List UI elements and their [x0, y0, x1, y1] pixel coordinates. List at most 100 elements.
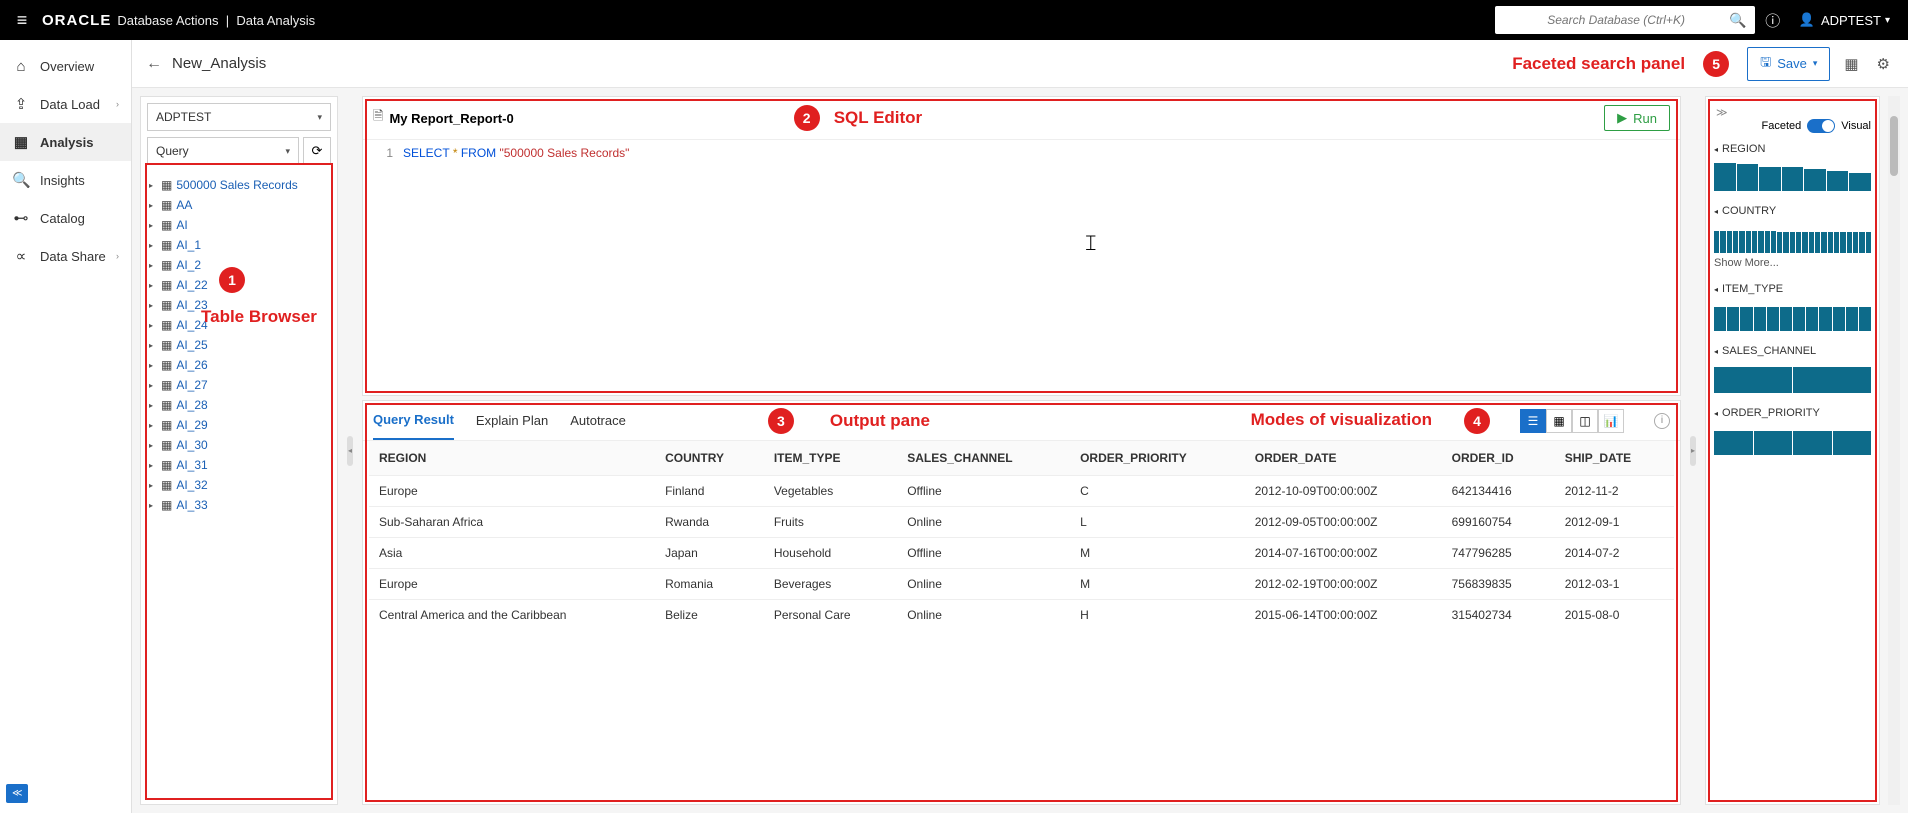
- expand-icon[interactable]: ▸: [149, 481, 157, 490]
- table-link[interactable]: AI_27: [176, 378, 207, 392]
- facet-bar[interactable]: [1819, 307, 1831, 331]
- collapse-nav-button[interactable]: ≪: [6, 784, 28, 803]
- table-link[interactable]: AI: [176, 218, 187, 232]
- facet-bar[interactable]: [1793, 307, 1805, 331]
- column-header[interactable]: ORDER_ID: [1442, 441, 1555, 476]
- expand-icon[interactable]: ▸: [149, 321, 157, 330]
- expand-icon[interactable]: ▸: [149, 181, 157, 190]
- facet-header[interactable]: ◂REGION: [1714, 143, 1871, 155]
- settings-button[interactable]: ⚙: [1873, 51, 1894, 77]
- search-input[interactable]: [1503, 13, 1730, 27]
- facet-bar[interactable]: [1739, 231, 1744, 253]
- code-editor[interactable]: 1 SELECT * FROM "500000 Sales Records" 𝙸: [363, 140, 1680, 395]
- splitter-left[interactable]: ◂: [346, 96, 354, 805]
- facet-bar[interactable]: [1780, 307, 1792, 331]
- facet-bar[interactable]: [1752, 231, 1757, 253]
- expand-icon[interactable]: ▸: [149, 361, 157, 370]
- facet-bar[interactable]: [1790, 232, 1795, 253]
- table-link[interactable]: AI_25: [176, 338, 207, 352]
- facet-bar[interactable]: [1767, 307, 1779, 331]
- facet-bar[interactable]: [1853, 232, 1858, 253]
- table-link[interactable]: AI_26: [176, 358, 207, 372]
- tab-autotrace[interactable]: Autotrace: [570, 401, 626, 440]
- facet-bar[interactable]: [1727, 307, 1739, 331]
- table-node[interactable]: ▸▦AI_31: [147, 455, 335, 475]
- splitter-right[interactable]: ▸: [1689, 96, 1697, 805]
- viz-chart-button[interactable]: 📊: [1598, 409, 1624, 433]
- column-header[interactable]: SHIP_DATE: [1555, 441, 1674, 476]
- user-menu[interactable]: 👤 ADPTEST ▾: [1791, 12, 1898, 28]
- facet-bar[interactable]: [1714, 307, 1726, 331]
- facet-bar[interactable]: [1796, 232, 1801, 253]
- table-node[interactable]: ▸▦AI_25: [147, 335, 335, 355]
- table-node[interactable]: ▸▦AI_26: [147, 355, 335, 375]
- facet-bar[interactable]: [1759, 167, 1781, 191]
- nav-item-overview[interactable]: ⌂Overview: [0, 48, 131, 85]
- expand-icon[interactable]: ▸: [149, 261, 157, 270]
- table-link[interactable]: AI_1: [176, 238, 201, 252]
- facet-bar[interactable]: [1806, 307, 1818, 331]
- facet-bar[interactable]: [1859, 232, 1864, 253]
- facet-bar[interactable]: [1737, 164, 1759, 191]
- facet-header[interactable]: ◂ORDER_PRIORITY: [1714, 407, 1871, 419]
- table-row[interactable]: Central America and the CaribbeanBelizeP…: [369, 600, 1674, 631]
- facet-bar[interactable]: [1777, 232, 1782, 253]
- facet-bar[interactable]: [1771, 231, 1776, 253]
- table-node[interactable]: ▸▦AI_27: [147, 375, 335, 395]
- facet-bar[interactable]: [1847, 232, 1852, 253]
- tab-query-result[interactable]: Query Result: [373, 401, 454, 440]
- nav-item-analysis[interactable]: ▦Analysis: [0, 123, 131, 161]
- facet-bar[interactable]: [1733, 231, 1738, 253]
- viz-list-button[interactable]: ☰: [1520, 409, 1546, 433]
- info-icon[interactable]: i: [1654, 413, 1670, 429]
- facet-bar[interactable]: [1859, 307, 1871, 331]
- column-header[interactable]: SALES_CHANNEL: [897, 441, 1070, 476]
- table-node[interactable]: ▸▦AI_33: [147, 495, 335, 515]
- table-node[interactable]: ▸▦AI_28: [147, 395, 335, 415]
- facet-bar[interactable]: [1714, 163, 1736, 191]
- table-row[interactable]: Sub-Saharan AfricaRwandaFruitsOnlineL201…: [369, 507, 1674, 538]
- table-link[interactable]: AI_30: [176, 438, 207, 452]
- facet-bar[interactable]: [1765, 231, 1770, 253]
- facet-bar[interactable]: [1809, 232, 1814, 253]
- facet-bar[interactable]: [1866, 232, 1871, 253]
- facet-bar[interactable]: [1815, 232, 1820, 253]
- nav-item-data-load[interactable]: ⇪Data Load›: [0, 85, 131, 123]
- facet-bar[interactable]: [1793, 431, 1832, 455]
- nav-item-catalog[interactable]: ⊷Catalog: [0, 199, 131, 237]
- table-link[interactable]: AI_2: [176, 258, 201, 272]
- table-link[interactable]: AI_28: [176, 398, 207, 412]
- link-view-button[interactable]: ▦: [1840, 51, 1862, 77]
- expand-faceted-icon[interactable]: ≫: [1714, 105, 1730, 121]
- facet-bar[interactable]: [1714, 231, 1719, 253]
- facet-bar[interactable]: [1827, 171, 1849, 191]
- viz-table-button[interactable]: ▦: [1546, 409, 1572, 433]
- facet-bar[interactable]: [1727, 231, 1732, 253]
- facet-bar[interactable]: [1828, 232, 1833, 253]
- expand-icon[interactable]: ▸: [149, 221, 157, 230]
- facet-bar[interactable]: [1793, 367, 1871, 393]
- expand-icon[interactable]: ▸: [149, 341, 157, 350]
- expand-icon[interactable]: ▸: [149, 241, 157, 250]
- facet-bar[interactable]: [1840, 232, 1845, 253]
- column-header[interactable]: REGION: [369, 441, 655, 476]
- table-link[interactable]: AI_29: [176, 418, 207, 432]
- nav-item-insights[interactable]: 🔍Insights: [0, 161, 131, 199]
- faceted-visual-toggle[interactable]: [1807, 119, 1835, 133]
- expand-icon[interactable]: ▸: [149, 201, 157, 210]
- expand-icon[interactable]: ▸: [149, 281, 157, 290]
- nav-item-data-share[interactable]: ∝Data Share›: [0, 237, 131, 275]
- schema-selector[interactable]: ADPTEST▾: [147, 103, 331, 131]
- facet-bar[interactable]: [1821, 232, 1826, 253]
- facet-bar[interactable]: [1802, 232, 1807, 253]
- column-header[interactable]: ORDER_DATE: [1245, 441, 1442, 476]
- expand-icon[interactable]: ▸: [149, 461, 157, 470]
- expand-icon[interactable]: ▸: [149, 301, 157, 310]
- table-link[interactable]: AI_31: [176, 458, 207, 472]
- show-more-link[interactable]: Show More...: [1714, 257, 1871, 269]
- expand-icon[interactable]: ▸: [149, 381, 157, 390]
- viz-pivot-button[interactable]: ◫: [1572, 409, 1598, 433]
- facet-bar[interactable]: [1720, 231, 1725, 253]
- hamburger-icon[interactable]: ≡: [10, 10, 34, 31]
- save-button[interactable]: 🖫 Save ▾: [1747, 47, 1830, 81]
